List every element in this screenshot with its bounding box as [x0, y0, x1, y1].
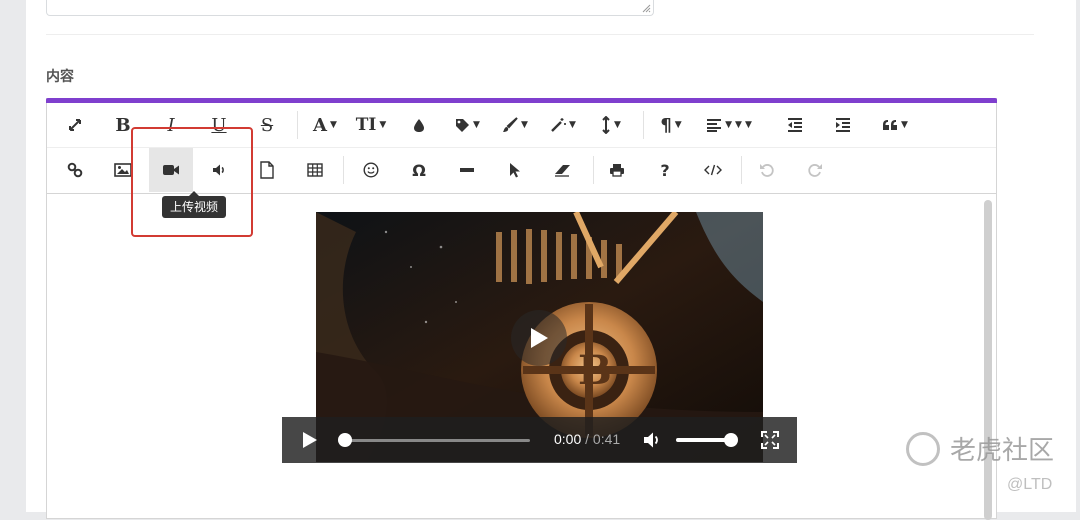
watermark: 老虎社区 [906, 430, 1054, 467]
horizontal-rule-button[interactable] [445, 148, 489, 192]
toolbar-separator [593, 156, 594, 184]
font-size-icon: TI [355, 115, 377, 135]
align-icon [707, 119, 722, 132]
text-color-icon [414, 119, 424, 132]
chevron-down-icon: ▼ [735, 120, 742, 130]
video-controls: 0:00 / 0:41 [282, 417, 797, 463]
file-icon [260, 161, 274, 179]
emoji-button[interactable] [349, 148, 393, 192]
chevron-down-icon: ▼ [473, 120, 480, 130]
undo-button[interactable] [745, 148, 789, 192]
help-icon: ? [660, 160, 670, 180]
align-button[interactable]: ▼ ▼ ▼ [699, 103, 759, 147]
magic-wand-button[interactable]: ▼ [541, 103, 585, 147]
magic-wand-icon [551, 118, 567, 132]
progress-bar[interactable] [344, 439, 530, 442]
redo-icon [808, 164, 822, 177]
svg-text:B: B [578, 347, 612, 394]
table-button[interactable] [293, 148, 337, 192]
paragraph-icon: ¶ [660, 114, 672, 136]
select-pointer-icon [510, 163, 520, 178]
divider [46, 34, 1034, 35]
toolbar-separator [741, 156, 742, 184]
outdent-icon [788, 118, 802, 132]
code-view-icon [704, 164, 722, 176]
volume-icon[interactable] [642, 430, 662, 450]
toolbar-separator [297, 111, 298, 139]
watermark-handle: @LTD [1007, 476, 1053, 493]
font-size-button[interactable]: TI ▼ [349, 103, 393, 147]
time-separator: / [581, 431, 593, 447]
paragraph-button[interactable]: ¶ ▼ [649, 103, 693, 147]
special-char-icon: Ω [412, 160, 426, 180]
chevron-down-icon: ▼ [901, 120, 908, 130]
print-icon [610, 164, 624, 177]
annotation-highlight-box [131, 127, 253, 237]
play-button-icon[interactable] [302, 431, 318, 449]
previous-textarea[interactable] [46, 0, 654, 16]
indent-button[interactable] [821, 103, 865, 147]
print-button[interactable] [595, 148, 639, 192]
indent-icon [836, 118, 850, 132]
code-view-button[interactable] [691, 148, 735, 192]
tag-icon [456, 119, 470, 132]
chevron-down-icon: ▼ [674, 120, 682, 130]
quote-icon [883, 120, 898, 130]
eraser-icon [555, 165, 570, 177]
fullscreen-icon [69, 119, 81, 131]
quote-button[interactable]: ▼ [869, 103, 921, 147]
chevron-down-icon: ▼ [569, 120, 576, 130]
table-icon [307, 163, 323, 177]
editor-scrollbar[interactable] [984, 200, 992, 520]
duration: 0:41 [592, 431, 621, 447]
select-pointer-button[interactable] [493, 148, 537, 192]
font-family-icon: A [313, 114, 328, 136]
redo-button[interactable] [793, 148, 837, 192]
line-height-button[interactable]: ▼ [589, 103, 633, 147]
chevron-down-icon: ▼ [521, 120, 528, 130]
image-icon [114, 163, 132, 177]
chevron-down-icon: ▼ [379, 120, 387, 130]
time-display: 0:00 / 0:41 [554, 431, 620, 447]
content-field-label: 内容 [46, 69, 74, 85]
chevron-down-icon: ▼ [330, 120, 337, 130]
outdent-button[interactable] [773, 103, 817, 147]
horizontal-rule-icon [460, 168, 474, 172]
help-button[interactable]: ? [643, 148, 687, 192]
chevron-down-icon: ▼ [725, 120, 733, 130]
watermark-brand: 老虎社区 [950, 436, 1055, 466]
toolbar-separator [643, 111, 644, 139]
eraser-button[interactable] [541, 148, 585, 192]
paint-brush-icon [503, 117, 518, 132]
progress-handle[interactable] [338, 433, 352, 447]
current-time: 0:00 [554, 431, 582, 447]
emoji-icon [363, 162, 379, 178]
chevron-down-icon: ▼ [614, 120, 621, 130]
toolbar-separator [343, 156, 344, 184]
text-color-button[interactable] [397, 103, 441, 147]
play-icon [531, 328, 548, 348]
fullscreen-video-icon[interactable] [761, 431, 779, 449]
resize-grip-icon[interactable] [641, 3, 651, 13]
undo-icon [760, 164, 774, 177]
link-button[interactable] [55, 148, 95, 192]
line-height-icon [602, 116, 610, 134]
strikethrough-icon: S [260, 114, 274, 136]
link-icon [67, 162, 83, 178]
fullscreen-button[interactable] [55, 103, 95, 147]
video-play-overlay[interactable] [511, 310, 567, 366]
tag-button[interactable]: ▼ [445, 103, 489, 147]
watermark-logo-icon [906, 431, 940, 466]
chevron-down-icon: ▼ [744, 120, 752, 130]
font-family-button[interactable]: A ▼ [303, 103, 347, 147]
special-char-button[interactable]: Ω [397, 148, 441, 192]
paint-brush-button[interactable]: ▼ [493, 103, 537, 147]
volume-handle[interactable] [724, 433, 738, 447]
bold-icon: B [115, 114, 131, 136]
